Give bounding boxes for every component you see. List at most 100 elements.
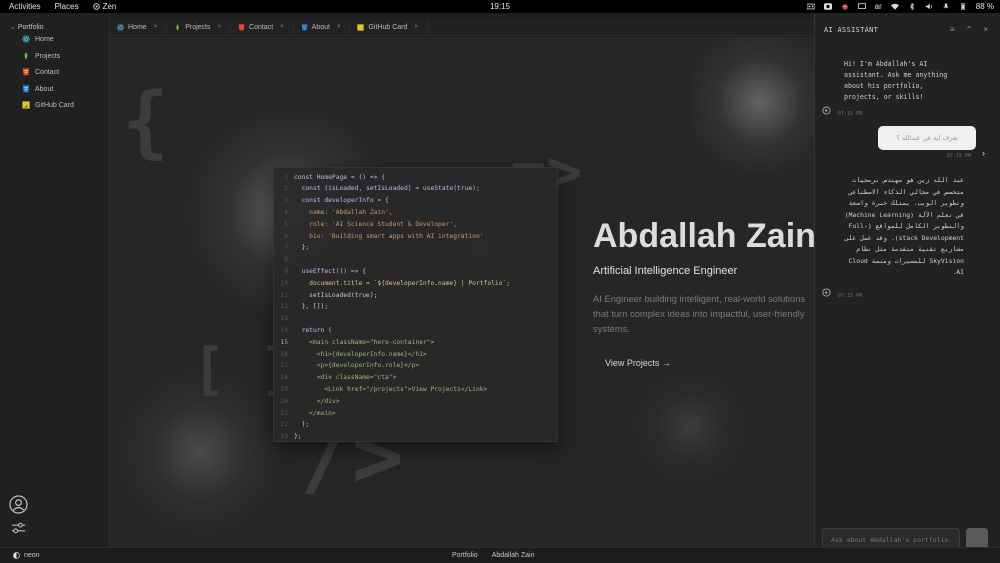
line-number: 20 bbox=[280, 397, 288, 405]
bot-message: عبد الله زين هو مهندس برمجيات متخصص في م… bbox=[844, 176, 964, 276]
status-item[interactable]: Abdallah Zain bbox=[492, 552, 535, 559]
tab-label: Projects bbox=[185, 23, 211, 31]
code-text: <div className="cta"> bbox=[294, 374, 397, 382]
explorer-item-label: About bbox=[35, 85, 54, 93]
tab-github-card[interactable]: GitHub Card × bbox=[350, 18, 428, 36]
explorer-item-github-card[interactable]: GitHub Card bbox=[22, 99, 74, 111]
line-number: 14 bbox=[280, 326, 288, 334]
line-number: 18 bbox=[280, 374, 288, 382]
code-line: 8 bbox=[274, 254, 294, 265]
code-line: 17 <p>{developerInfo.role}</p> bbox=[274, 360, 419, 371]
line-number: 10 bbox=[280, 279, 288, 287]
theme-indicator[interactable]: neon bbox=[13, 552, 40, 559]
code-line: 2 const [isLoaded, setIsLoaded] = useSta… bbox=[274, 183, 480, 194]
file-explorer: ⌄ Portfolio Home Projects Contact About G… bbox=[0, 13, 110, 547]
wifi-icon[interactable] bbox=[890, 3, 899, 10]
bot-avatar-icon bbox=[822, 288, 831, 297]
zen-browser-icon bbox=[92, 3, 100, 10]
tab-projects[interactable]: Projects × bbox=[167, 18, 232, 36]
code-line: 23}; bbox=[274, 431, 302, 442]
code-text: return ( bbox=[294, 326, 332, 334]
explorer-item-projects[interactable]: Projects bbox=[22, 50, 60, 62]
assistant-title: AI ASSISTANT bbox=[824, 26, 879, 34]
line-number: 13 bbox=[280, 315, 288, 323]
message-time: 07:15 PM bbox=[947, 153, 972, 159]
activities-button[interactable]: Activities bbox=[9, 2, 41, 11]
code-line: 13 bbox=[274, 313, 294, 324]
code-text: <Link href="/projects">View Projects</Li… bbox=[294, 385, 488, 393]
line-number: 16 bbox=[280, 350, 288, 358]
code-line: 20 </div> bbox=[274, 396, 340, 407]
code-line: 9 useEffect(() => { bbox=[274, 266, 366, 277]
hero-role: Artificial Intelligence Engineer bbox=[593, 265, 738, 277]
app-name: Zen bbox=[102, 2, 117, 11]
tab-close-icon[interactable]: × bbox=[414, 24, 418, 30]
battery-percent[interactable]: 88 % bbox=[976, 2, 994, 11]
microphone-icon[interactable] bbox=[942, 3, 950, 10]
explorer-root-label: Portfolio bbox=[17, 24, 44, 31]
explorer-item-about[interactable]: About bbox=[22, 83, 53, 95]
app-menu[interactable]: Zen bbox=[92, 2, 117, 11]
keyboard-layout[interactable]: ar bbox=[875, 2, 882, 11]
settings-sliders-icon[interactable] bbox=[11, 521, 26, 535]
chevron-right-icon[interactable]: › bbox=[982, 148, 985, 158]
hero-description: AI Engineer building intelligent, real-w… bbox=[593, 293, 806, 334]
places-menu[interactable]: Places bbox=[55, 2, 79, 11]
code-text: <p>{developerInfo.role}</p> bbox=[294, 362, 420, 370]
line-number: 6 bbox=[284, 232, 288, 240]
tab-contact[interactable]: Contact × bbox=[231, 18, 294, 36]
css-icon bbox=[22, 85, 30, 93]
collapse-icon[interactable]: ⌃ bbox=[966, 25, 973, 34]
account-icon[interactable] bbox=[9, 495, 28, 514]
cat-tray-icon[interactable] bbox=[841, 3, 849, 10]
code-text: setIsLoaded(true); bbox=[294, 291, 378, 299]
user-message: تعرف ايه عن عبدالله ؟ bbox=[878, 126, 976, 150]
html-icon bbox=[22, 68, 30, 76]
close-icon[interactable]: × bbox=[983, 25, 988, 34]
tab-close-icon[interactable]: × bbox=[154, 24, 158, 30]
code-text: </div> bbox=[294, 397, 340, 405]
tab-close-icon[interactable]: × bbox=[280, 24, 284, 30]
line-number: 8 bbox=[284, 256, 288, 264]
css-icon bbox=[301, 23, 307, 31]
brace-decoration-icon: { bbox=[122, 77, 169, 167]
tab-label: GitHub Card bbox=[368, 23, 408, 31]
leaf-icon bbox=[24, 52, 28, 60]
battery-icon[interactable] bbox=[959, 3, 967, 10]
explorer-item-home[interactable]: Home bbox=[22, 33, 54, 45]
message-time: 07:15 PM bbox=[838, 111, 863, 117]
bluetooth-icon[interactable] bbox=[908, 3, 916, 10]
clear-chat-icon[interactable]: ≡ bbox=[950, 25, 955, 34]
volume-icon[interactable] bbox=[925, 3, 933, 10]
code-text: }; bbox=[294, 244, 310, 252]
recording-indicator-icon[interactable] bbox=[823, 3, 832, 10]
react-icon bbox=[22, 35, 30, 43]
explorer-item-label: Contact bbox=[35, 68, 60, 76]
grid-indicator-icon[interactable] bbox=[806, 3, 815, 10]
view-projects-link[interactable]: View Projects → bbox=[605, 358, 671, 368]
message-time: 07:15 PM bbox=[838, 293, 863, 299]
status-item[interactable]: Portfolio bbox=[452, 552, 478, 559]
tab-about[interactable]: About × bbox=[294, 18, 351, 36]
line-number: 19 bbox=[280, 385, 288, 393]
chevron-down-icon: ⌄ bbox=[10, 24, 16, 31]
explorer-root[interactable]: ⌄ Portfolio bbox=[10, 23, 44, 31]
tab-close-icon[interactable]: × bbox=[218, 24, 222, 30]
status-bar: neon Portfolio Abdallah Zain bbox=[0, 547, 1000, 563]
tab-close-icon[interactable]: × bbox=[337, 24, 341, 30]
code-line: 6 bio: 'Building smart apps with AI inte… bbox=[274, 231, 483, 242]
code-line: 4 name: 'Abdallah Zain', bbox=[274, 207, 392, 218]
screen-tray-icon[interactable] bbox=[857, 3, 866, 10]
theme-label: neon bbox=[24, 552, 40, 559]
line-number: 15 bbox=[280, 338, 288, 346]
code-line: 14 return ( bbox=[274, 325, 332, 336]
tab-home[interactable]: Home × bbox=[110, 18, 168, 36]
code-text: }; bbox=[294, 433, 302, 441]
js-icon bbox=[357, 23, 365, 31]
tab-label: About bbox=[311, 23, 330, 31]
hero-name: Abdallah Zain bbox=[593, 217, 814, 255]
leaf-icon bbox=[176, 23, 179, 31]
code-snippet-card: 1 const HomePage = () => {2 const [isLoad… bbox=[273, 167, 558, 442]
code-text: const [isLoaded, setIsLoaded] = useState… bbox=[294, 185, 480, 193]
explorer-item-contact[interactable]: Contact bbox=[22, 66, 59, 78]
